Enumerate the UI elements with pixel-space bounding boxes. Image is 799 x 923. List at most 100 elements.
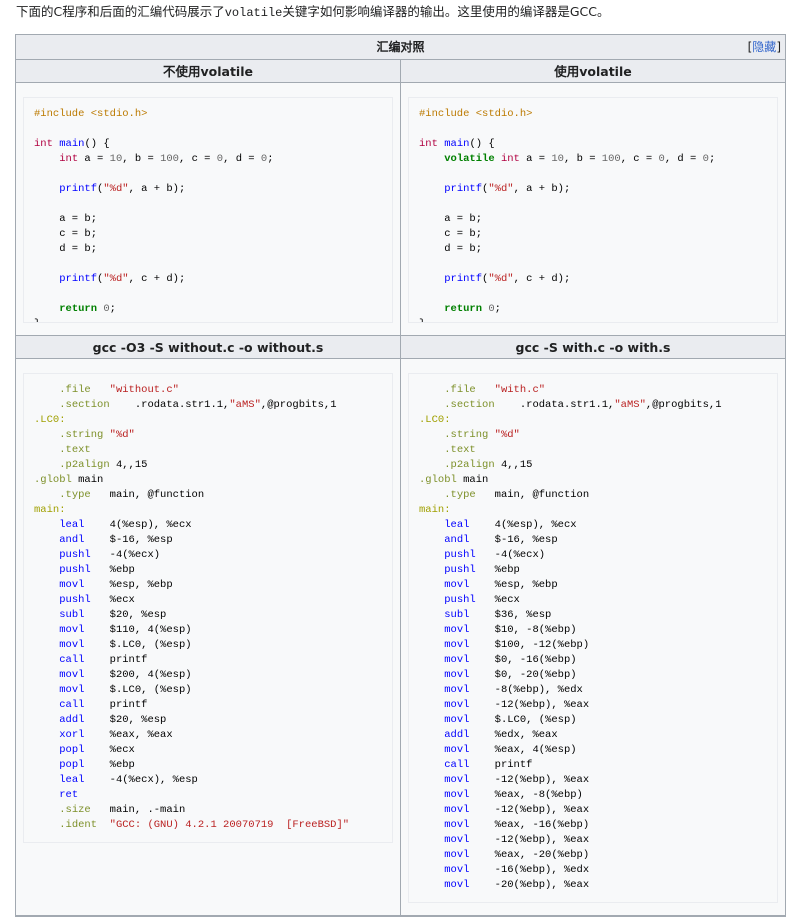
code-line: movl -12(%ebp), %eax bbox=[444, 804, 590, 816]
code-line: .type main, @function bbox=[444, 489, 590, 501]
asm-without-cell: .file "without.c" .section .rodata.str1.… bbox=[16, 359, 401, 916]
code-line: xorl %eax, %eax bbox=[59, 729, 173, 741]
code-line: leal 4(%esp), %ecx bbox=[59, 519, 192, 531]
header-asm-without: gcc -O3 -S without.c -o without.s bbox=[16, 336, 401, 359]
code-line: movl -12(%ebp), %eax bbox=[444, 699, 590, 711]
code-line: ​ bbox=[419, 122, 767, 137]
code-line: c = b; bbox=[34, 228, 98, 240]
code-line: main: bbox=[34, 504, 66, 516]
c-with-cell: #include <stdio.h>​int main() { volatile… bbox=[401, 83, 785, 336]
code-line: ​ bbox=[419, 197, 767, 212]
code-line: .size main, .-main bbox=[59, 804, 186, 816]
code-line: ​ bbox=[419, 287, 767, 302]
collapse-toggle: [隐藏] bbox=[748, 35, 781, 59]
header-asm-with: gcc -S with.c -o with.s bbox=[401, 336, 785, 359]
intro-paragraph: 下面的C程序和后面的汇编代码展示了volatile关键字如何影响编译器的输出。这… bbox=[16, 2, 610, 23]
code-line: call printf bbox=[59, 654, 148, 666]
header-with-volatile: 使用volatile bbox=[401, 60, 785, 83]
code-line: movl -12(%ebp), %eax bbox=[444, 774, 590, 786]
header-without-volatile: 不使用volatile bbox=[16, 60, 401, 83]
code-line: int a = 10, b = 100, c = 0, d = 0; bbox=[59, 153, 274, 165]
intro-text-after: 关键字如何影响编译器的输出。这里使用的编译器是GCC。 bbox=[282, 4, 610, 19]
code-line: a = b; bbox=[419, 213, 483, 225]
code-line: .section .rodata.str1.1,"aMS",@progbits,… bbox=[444, 399, 722, 411]
c-code-with: #include <stdio.h>​int main() { volatile… bbox=[408, 97, 778, 323]
code-line: .section .rodata.str1.1,"aMS",@progbits,… bbox=[59, 399, 337, 411]
code-line: pushl -4(%ecx) bbox=[59, 549, 161, 561]
code-line: } bbox=[34, 317, 382, 322]
code-line: .p2align 4,,15 bbox=[444, 459, 533, 471]
code-line: movl $.LC0, (%esp) bbox=[59, 684, 192, 696]
code-line: movl -16(%ebp), %edx bbox=[444, 864, 590, 876]
table-caption: 汇编对照 [隐藏] bbox=[16, 35, 785, 60]
code-line: pushl %ebp bbox=[444, 564, 520, 576]
code-line: .globl main bbox=[34, 474, 104, 486]
code-line: .LC0: bbox=[34, 414, 66, 426]
code-line: movl %eax, -8(%ebp) bbox=[444, 789, 583, 801]
code-line: .ident "GCC: (GNU) 4.2.1 20070719 [FreeB… bbox=[59, 819, 350, 831]
code-line: printf("%d", a + b); bbox=[444, 183, 571, 195]
code-line: call printf bbox=[444, 759, 533, 771]
code-line: movl $0, -20(%ebp) bbox=[444, 669, 577, 681]
hide-link[interactable]: 隐藏 bbox=[752, 40, 776, 54]
code-line: .file "with.c" bbox=[444, 384, 546, 396]
code-line: ​ bbox=[34, 197, 382, 212]
code-line: ​ bbox=[34, 287, 382, 302]
code-line: movl $10, -8(%ebp) bbox=[444, 624, 577, 636]
code-line: movl -12(%ebp), %eax bbox=[444, 834, 590, 846]
asm-code-without: .file "without.c" .section .rodata.str1.… bbox=[23, 373, 393, 843]
code-line: .text bbox=[59, 444, 91, 456]
code-line: movl $110, 4(%esp) bbox=[59, 624, 192, 636]
code-line: pushl -4(%ecx) bbox=[444, 549, 546, 561]
code-line: movl $100, -12(%ebp) bbox=[444, 639, 590, 651]
c-code-without: #include <stdio.h>​int main() { int a = … bbox=[23, 97, 393, 323]
code-line: movl -8(%ebp), %edx bbox=[444, 684, 583, 696]
code-line: #include <stdio.h> bbox=[34, 108, 148, 120]
code-line: d = b; bbox=[34, 243, 98, 255]
asm-with-cell: .file "with.c" .section .rodata.str1.1,"… bbox=[401, 359, 785, 916]
intro-text-before: 下面的C程序和后面的汇编代码展示了 bbox=[16, 4, 225, 19]
code-line: ​ bbox=[34, 167, 382, 182]
code-line: a = b; bbox=[34, 213, 98, 225]
code-line: movl %esp, %ebp bbox=[444, 579, 558, 591]
code-line: movl $200, 4(%esp) bbox=[59, 669, 192, 681]
code-line: printf("%d", a + b); bbox=[59, 183, 186, 195]
code-line: ​ bbox=[34, 122, 382, 137]
code-line: ​ bbox=[34, 257, 382, 272]
code-line: .file "without.c" bbox=[59, 384, 179, 396]
code-line: movl -20(%ebp), %eax bbox=[444, 879, 590, 891]
code-line: .p2align 4,,15 bbox=[59, 459, 148, 471]
code-line: addl %edx, %eax bbox=[444, 729, 558, 741]
code-line: pushl %ebp bbox=[59, 564, 135, 576]
code-line: popl %ecx bbox=[59, 744, 135, 756]
code-line: .string "%d" bbox=[59, 429, 135, 441]
code-line: printf("%d", c + d); bbox=[59, 273, 186, 285]
code-line: pushl %ecx bbox=[59, 594, 135, 606]
code-line: ret bbox=[59, 789, 79, 801]
code-line: return 0; bbox=[444, 303, 501, 315]
header-row-asm: gcc -O3 -S without.c -o without.s gcc -S… bbox=[16, 336, 785, 359]
code-line: popl %ebp bbox=[59, 759, 135, 771]
code-line: ​ bbox=[419, 167, 767, 182]
code-line: c = b; bbox=[419, 228, 483, 240]
code-line: movl %eax, 4(%esp) bbox=[444, 744, 577, 756]
code-line: .string "%d" bbox=[444, 429, 520, 441]
code-line: return 0; bbox=[59, 303, 116, 315]
code-line: leal -4(%ecx), %esp bbox=[59, 774, 198, 786]
code-line: pushl %ecx bbox=[444, 594, 520, 606]
code-line: printf("%d", c + d); bbox=[444, 273, 571, 285]
code-line: andl $-16, %esp bbox=[59, 534, 173, 546]
table-caption-text: 汇编对照 bbox=[376, 40, 425, 54]
code-line: movl %eax, -16(%ebp) bbox=[444, 819, 590, 831]
code-line: int main() { bbox=[34, 138, 110, 150]
code-line: } bbox=[419, 317, 767, 322]
code-line: subl $20, %esp bbox=[59, 609, 167, 621]
code-line: andl $-16, %esp bbox=[444, 534, 558, 546]
header-row-c: 不使用volatile 使用volatile bbox=[16, 60, 785, 83]
c-code-row: #include <stdio.h>​int main() { int a = … bbox=[16, 83, 785, 336]
code-line: volatile int a = 10, b = 100, c = 0, d =… bbox=[444, 153, 716, 165]
code-line: movl $.LC0, (%esp) bbox=[444, 714, 577, 726]
code-line: addl $20, %esp bbox=[59, 714, 167, 726]
code-line: ​ bbox=[419, 257, 767, 272]
code-line: movl $0, -16(%ebp) bbox=[444, 654, 577, 666]
